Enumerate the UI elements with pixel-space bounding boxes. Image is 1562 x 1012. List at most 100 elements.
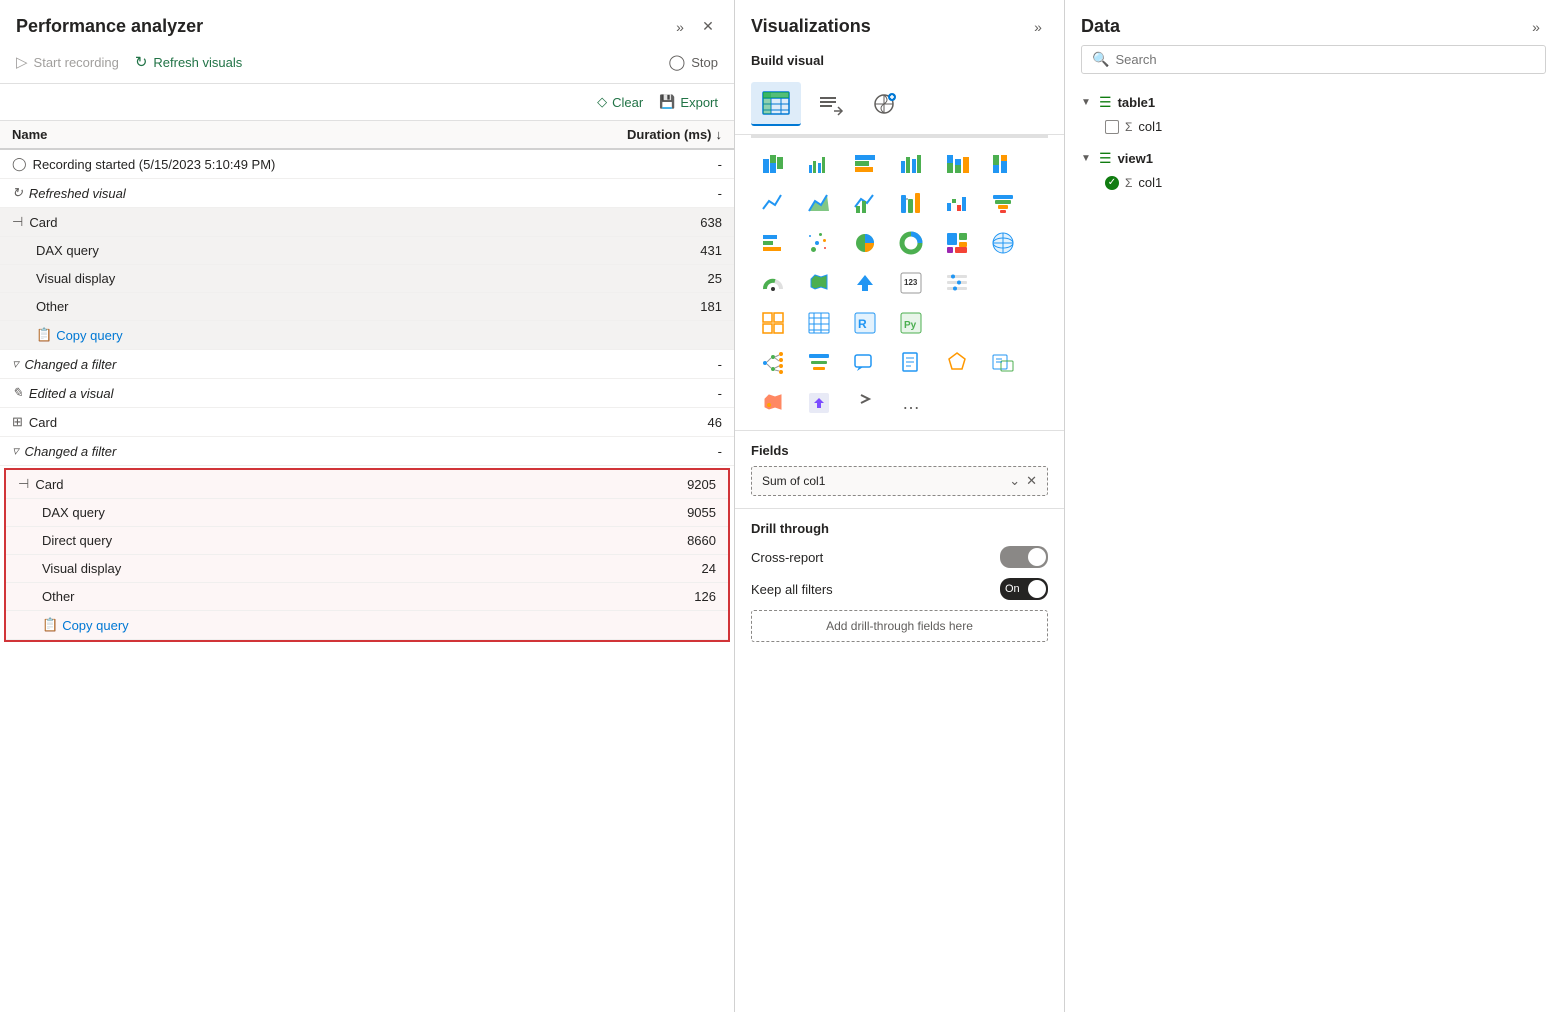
export-button[interactable]: 💾 Export [659, 94, 718, 110]
stacked-col-icon[interactable] [935, 144, 979, 182]
matrix-icon[interactable] [797, 304, 841, 342]
100pct-col-icon[interactable] [981, 144, 1025, 182]
close-icon[interactable]: ✕ [698, 17, 718, 37]
expand-icon[interactable]: » [670, 17, 690, 37]
treemap-icon[interactable] [935, 224, 979, 262]
bar-chart2-icon[interactable] [751, 224, 795, 262]
line-clustered-icon[interactable] [843, 184, 887, 222]
tree-child-table1-col1[interactable]: Σ col1 [1081, 115, 1546, 138]
donut-chart-icon[interactable] [889, 224, 933, 262]
clustered-bar-icon[interactable] [797, 144, 841, 182]
stop-icon: ◯ [668, 53, 685, 71]
map-icon[interactable] [981, 224, 1025, 262]
area-chart-icon[interactable] [797, 184, 841, 222]
smart-narrative-icon[interactable] [981, 344, 1025, 382]
data-panel-title: Data [1081, 16, 1120, 37]
table-row: Visual display 25 [0, 265, 734, 293]
clustered-col-icon[interactable] [889, 144, 933, 182]
stacked-bar-icon[interactable] [751, 144, 795, 182]
refresh-small-icon: ↻ [12, 185, 23, 201]
search-box[interactable]: 🔍 [1081, 45, 1546, 74]
kpi-icon[interactable]: 123 [889, 264, 933, 302]
fields-title: Fields [751, 443, 1048, 458]
table-header: Name Duration (ms) ↓ [0, 121, 734, 150]
cross-report-label: Cross-report [751, 550, 823, 565]
slicer-icon[interactable] [935, 264, 979, 302]
plus-box-icon: ⊞ [12, 414, 23, 430]
copy-query-link2[interactable]: 📋 Copy query [42, 617, 129, 633]
gauge-icon[interactable] [751, 264, 795, 302]
tree-item-table1[interactable]: ▼ ☰ table1 [1081, 90, 1546, 115]
copy-query-link[interactable]: 📋 Copy query [36, 327, 123, 343]
viz-expand-icon[interactable]: » [1028, 17, 1048, 37]
add-drill-btn[interactable]: Add drill-through fields here [751, 610, 1048, 642]
build-visual-label: Build visual [735, 45, 1064, 74]
table-mode-icon[interactable] [751, 82, 801, 126]
col-duration-header: Duration (ms) ↓ [602, 127, 722, 142]
search-input[interactable] [1115, 52, 1535, 67]
cross-report-toggle[interactable]: Off [1000, 546, 1048, 568]
tree-item-view1[interactable]: ▼ ☰ view1 [1081, 146, 1546, 171]
drill-section: Drill through Cross-report Off Keep all … [735, 508, 1064, 654]
data-expand-icon[interactable]: » [1526, 17, 1546, 37]
waterfall-icon[interactable] [935, 184, 979, 222]
100pct-bar-icon[interactable] [843, 144, 887, 182]
table-row: 📋 Copy query [6, 611, 728, 640]
tree-child-view1-col1[interactable]: ✓ Σ col1 [1081, 171, 1546, 194]
performance-analyzer-panel: Performance analyzer » ✕ ▷ Start recordi… [0, 0, 735, 1012]
table-row: ↻ Refreshed visual - [0, 179, 734, 208]
sort-icon: ↓ [716, 127, 723, 142]
sigma-icon: Σ [1125, 120, 1132, 134]
line-chart-icon[interactable] [751, 184, 795, 222]
keep-filters-toggle[interactable]: On [1000, 578, 1048, 600]
funnel-icon[interactable] [981, 184, 1025, 222]
paginated-report-icon[interactable] [889, 344, 933, 382]
table-row: Visual display 24 [6, 555, 728, 583]
table-row: Direct query 8660 [6, 527, 728, 555]
tree-label-view1: view1 [1118, 151, 1153, 166]
hierarchy-slicer-icon[interactable] [797, 344, 841, 382]
col-name-header: Name [12, 127, 602, 142]
toggle-knob2 [1028, 580, 1046, 598]
toggle-on-label: On [1005, 583, 1020, 595]
cross-report-row: Cross-report Off [751, 546, 1048, 568]
format-mode-icon[interactable] [805, 82, 855, 126]
chevron-down-icon[interactable]: ⌄ [1009, 473, 1020, 489]
r-visual-icon[interactable]: R [843, 304, 887, 342]
refresh-icon: ↻ [135, 53, 148, 71]
table-row: DAX query 431 [0, 237, 734, 265]
decomp-tree-icon[interactable] [751, 344, 795, 382]
arrow-chart-icon[interactable] [843, 264, 887, 302]
copy2-icon: 📋 [42, 617, 58, 633]
more-visuals-icon[interactable]: … [889, 384, 933, 422]
chevron-right-icon[interactable] [843, 384, 887, 422]
table-row: ◯ Recording started (5/15/2023 5:10:49 P… [0, 150, 734, 179]
azure-map-icon[interactable] [751, 384, 795, 422]
scatter-chart-icon[interactable] [797, 224, 841, 262]
pie-chart-icon[interactable] [843, 224, 887, 262]
remove-field-icon[interactable]: ✕ [1026, 473, 1037, 489]
clear-icon: ◇ [597, 94, 607, 110]
perf-panel-title: Performance analyzer [16, 16, 203, 37]
ribbon-chart-icon[interactable] [889, 184, 933, 222]
clear-button[interactable]: ◇ Clear [597, 94, 643, 110]
start-recording-button: ▷ Start recording [16, 49, 119, 75]
speech-bubble-icon[interactable] [843, 344, 887, 382]
table-row: DAX query 9055 [6, 499, 728, 527]
stop-button[interactable]: ◯ Stop [668, 49, 718, 75]
table-visual-icon[interactable] [751, 304, 795, 342]
filled-map-icon[interactable] [797, 264, 841, 302]
checkbox-view1-col1[interactable]: ✓ [1105, 176, 1119, 190]
python-visual-icon[interactable]: Py [889, 304, 933, 342]
svg-text:Py: Py [904, 320, 917, 331]
search-icon: 🔍 [1092, 51, 1109, 68]
qa-visual-icon[interactable] [935, 344, 979, 382]
field-chip[interactable]: Sum of col1 ⌄ ✕ [751, 466, 1048, 496]
refresh-visuals-button[interactable]: ↻ Refresh visuals [135, 49, 242, 75]
analytics-mode-icon[interactable] [859, 82, 909, 126]
checkbox-table1-col1[interactable] [1105, 120, 1119, 134]
power-apps-icon[interactable] [797, 384, 841, 422]
clock-icon: ◯ [12, 156, 27, 172]
field-chip-icons: ⌄ ✕ [1009, 473, 1037, 489]
table-row: ⊣ Card 9205 [6, 470, 728, 499]
